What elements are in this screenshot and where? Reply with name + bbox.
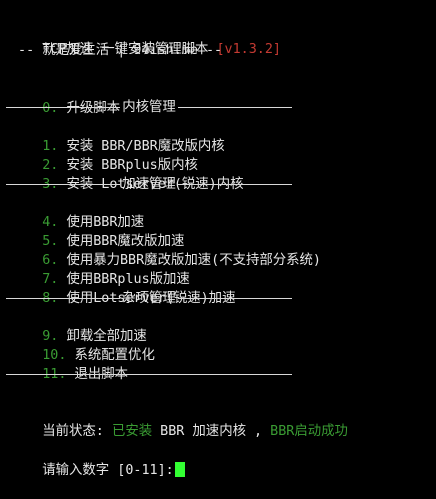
header-subtitle: -- 就是爱生活 | 94ish.me -- — [10, 43, 223, 58]
menu-item-7: 7. 使用BBRplus版加速 — [10, 251, 190, 287]
section-divider-bottom — [6, 365, 292, 384]
menu-item-10: 10. 系统配置优化 — [10, 327, 155, 363]
menu-item-6: 6. 使用暴力BBR魔改版加速(不支持部分系统) — [10, 232, 321, 268]
section-divider-accel: 加速管理 — [6, 175, 292, 194]
section-title: 加速管理 — [122, 177, 176, 192]
input-prompt: 请输入数字 [0-11]: — [42, 463, 174, 478]
menu-item-9: 9. 卸载全部加速 — [10, 308, 147, 344]
status-installed: 已安装 — [111, 424, 153, 439]
status-result: BBR启动成功 — [270, 424, 348, 439]
status-kernel: BBR 加速内核 , — [160, 424, 263, 439]
menu-item-4: 4. 使用BBR加速 — [10, 194, 144, 230]
input-prompt-line[interactable]: 请输入数字 [0-11]: — [10, 442, 185, 478]
section-title: 内核管理 — [122, 100, 176, 115]
menu-item-11: 11. 退出脚本 — [10, 346, 128, 382]
menu-item-0: 0. 升级脚本 — [10, 80, 120, 116]
menu-item-3: 3. 安装 Lotserver(锐速)内核 — [10, 156, 243, 192]
menu-item-8: 8. 使用Lotserver(锐速)加速 — [10, 270, 235, 306]
menu-item-2: 2. 安装 BBRplus版内核 — [10, 137, 198, 173]
text-cursor[interactable] — [174, 462, 185, 477]
menu-item-5: 5. 使用BBR魔改版加速 — [10, 213, 184, 249]
section-divider-kernel: 内核管理 — [6, 98, 292, 117]
menu-item-1: 1. 安装 BBR/BBR魔改版内核 — [10, 118, 224, 154]
status-line: 当前状态: 已安装 BBR 加速内核 , BBR启动成功 — [10, 403, 348, 439]
section-title: 杂项管理 — [122, 291, 176, 306]
terminal-window[interactable]: TCP加速 一键安装管理脚本 [v1.3.2] -- 就是爱生活 | 94ish… — [0, 0, 436, 481]
status-label: 当前状态: — [42, 424, 104, 439]
section-divider-misc: 杂项管理 — [6, 289, 292, 308]
version-tag: [v1.3.2] — [216, 42, 281, 57]
header-title-line: TCP加速 一键安装管理脚本 [v1.3.2] — [10, 21, 281, 57]
